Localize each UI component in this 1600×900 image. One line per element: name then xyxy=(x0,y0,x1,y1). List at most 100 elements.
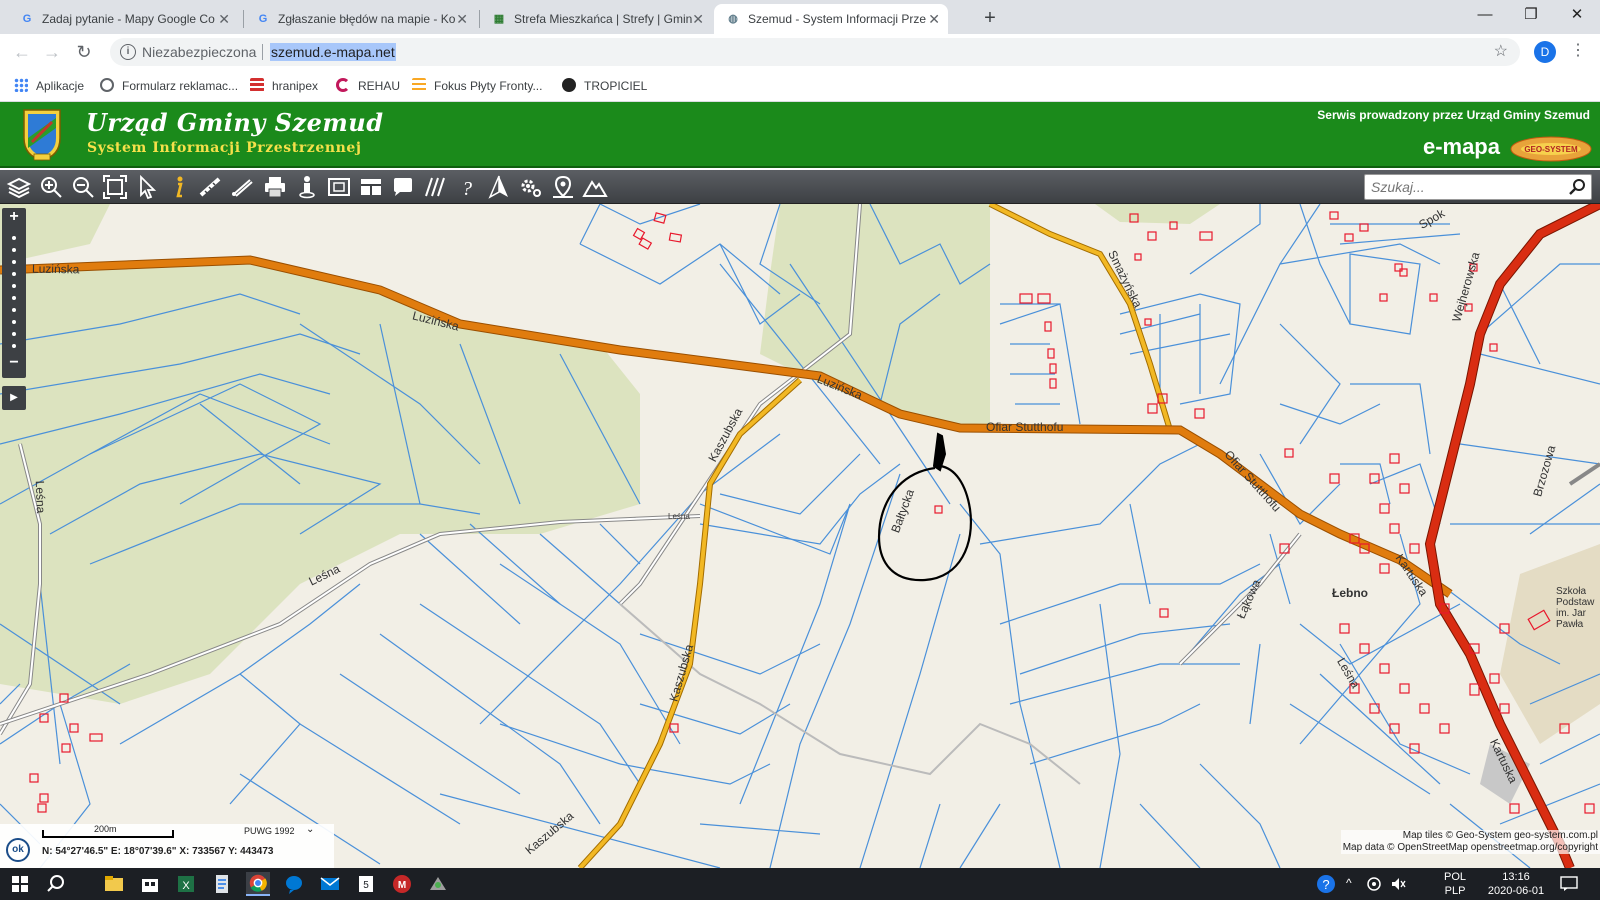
overview-icon[interactable] xyxy=(326,174,352,200)
maximize-button[interactable]: ❐ xyxy=(1508,0,1554,30)
browser-tab-strip: G Zadaj pytanie - Mapy Google Co ✕ G Zgł… xyxy=(0,0,1600,34)
reload-button[interactable]: ↻ xyxy=(70,38,98,66)
minimize-button[interactable]: — xyxy=(1462,0,1508,30)
document-icon[interactable] xyxy=(210,872,234,896)
close-window-button[interactable]: ✕ xyxy=(1554,0,1600,30)
bookmark-fokus[interactable]: Fokus Płyty Fronty... xyxy=(412,70,542,102)
browser-tab-active[interactable]: ◍ Szemud - System Informacji Prze ✕ xyxy=(714,4,948,34)
coat-of-arms-logo[interactable] xyxy=(22,108,62,162)
svg-text:?: ? xyxy=(462,178,472,200)
measure-area-icon[interactable] xyxy=(230,174,256,200)
print-icon[interactable] xyxy=(262,174,288,200)
search-icon[interactable] xyxy=(44,872,68,896)
tropiciel-icon xyxy=(562,78,576,92)
street-label: Leśna xyxy=(668,512,690,521)
svg-text:X: X xyxy=(182,880,190,892)
bookmark-apps[interactable]: Aplikacje xyxy=(14,70,84,102)
comment-icon[interactable] xyxy=(390,174,416,200)
terrain-icon[interactable] xyxy=(582,174,608,200)
site-title: Urząd Gminy Szemud xyxy=(86,108,384,137)
bookmark-rehau[interactable]: REHAU xyxy=(336,70,400,102)
school-area xyxy=(1500,544,1600,744)
zoom-in-button[interactable]: + xyxy=(2,208,26,226)
windows-start-icon[interactable] xyxy=(8,872,32,896)
zoom-out-icon[interactable] xyxy=(70,174,96,200)
geo-system-logo[interactable]: GEO-SYSTEM xyxy=(1510,136,1592,162)
app-icon[interactable] xyxy=(426,872,450,896)
hatch-icon[interactable] xyxy=(422,174,448,200)
bookmark-star-icon[interactable]: ☆ xyxy=(1494,38,1508,66)
map-search-box[interactable] xyxy=(1364,174,1592,200)
search-icon[interactable] xyxy=(1569,178,1587,196)
location-icon[interactable] xyxy=(550,174,576,200)
new-tab-button[interactable]: + xyxy=(976,4,1004,32)
zoom-slider[interactable]: + − xyxy=(2,208,26,378)
place-label: Łebno xyxy=(1332,586,1368,600)
network-icon[interactable] xyxy=(1366,876,1382,892)
messenger-icon[interactable] xyxy=(282,872,306,896)
browser-tab[interactable]: ▦ Strefa Mieszkańca | Strefy | Gmin ✕ xyxy=(480,4,712,34)
emapa-brand[interactable]: e-mapa xyxy=(1423,134,1500,160)
help-icon[interactable]: ? xyxy=(454,174,480,200)
map-search-input[interactable] xyxy=(1371,178,1561,196)
profile-avatar[interactable]: D xyxy=(1534,41,1556,63)
browser-menu-icon[interactable]: ⋮ xyxy=(1570,40,1586,60)
expand-panel-button[interactable]: ▶ xyxy=(2,386,26,410)
app-icon[interactable]: 5 xyxy=(354,872,378,896)
store-icon[interactable] xyxy=(138,872,162,896)
language-indicator[interactable]: POL PLP xyxy=(1444,870,1466,898)
chevron-down-icon[interactable]: ⌄ xyxy=(306,824,314,835)
close-tab-icon[interactable]: ✕ xyxy=(928,4,940,34)
ok-button[interactable]: ok xyxy=(6,838,30,862)
google-icon: G xyxy=(22,13,32,25)
map-icon: ▦ xyxy=(493,13,505,25)
north-arrow-icon[interactable] xyxy=(486,174,512,200)
pointer-icon[interactable] xyxy=(134,174,160,200)
crs-select[interactable]: PUWG 1992 xyxy=(244,826,295,836)
zoom-extent-icon[interactable] xyxy=(102,174,128,200)
bookmark-formularz[interactable]: Formularz reklamac... xyxy=(100,70,238,102)
excel-icon[interactable]: X xyxy=(174,872,198,896)
svg-text:5: 5 xyxy=(363,880,369,891)
antivirus-icon[interactable]: M xyxy=(390,872,414,896)
close-tab-icon[interactable]: ✕ xyxy=(456,4,468,34)
settings-icon[interactable] xyxy=(518,174,544,200)
service-note: Serwis prowadzony przez Urząd Gminy Szem… xyxy=(1317,108,1590,122)
close-tab-icon[interactable]: ✕ xyxy=(692,4,704,34)
zoom-in-icon[interactable] xyxy=(38,174,64,200)
bookmark-hranipex[interactable]: hranipex xyxy=(250,70,318,102)
street-view-icon[interactable] xyxy=(294,174,320,200)
map-graphics[interactable] xyxy=(0,204,1600,868)
chevron-up-icon[interactable]: ^ xyxy=(1346,876,1352,890)
svg-text:?: ? xyxy=(1322,877,1329,892)
tab-title: Zadaj pytanie - Mapy Google Co xyxy=(42,12,215,26)
zoom-out-button[interactable]: − xyxy=(2,354,26,372)
address-bar[interactable]: i Niezabezpieczona szemud.e-mapa.net ☆ xyxy=(110,38,1520,66)
notifications-icon[interactable] xyxy=(1560,876,1578,892)
security-label[interactable]: Niezabezpieczona xyxy=(142,38,256,66)
file-explorer-icon[interactable] xyxy=(102,872,126,896)
system-clock[interactable]: 13:16 2020-06-01 xyxy=(1476,870,1556,898)
map-canvas[interactable]: Luzińska Luzińska Luzińska Ofiar Stuttho… xyxy=(0,204,1600,868)
close-tab-icon[interactable]: ✕ xyxy=(218,4,230,34)
map-toolbar: ? xyxy=(0,170,1600,204)
table-icon[interactable] xyxy=(358,174,384,200)
volume-icon[interactable] xyxy=(1390,876,1406,892)
cursor-coordinates: N: 54°27'46.5" E: 18°07'39.6" X: 733567 … xyxy=(42,846,274,857)
info-icon[interactable]: i xyxy=(120,44,136,60)
rehau-icon xyxy=(336,78,350,92)
chrome-icon[interactable] xyxy=(246,872,270,896)
help-tray-icon[interactable]: ? xyxy=(1316,874,1336,894)
layers-icon[interactable] xyxy=(6,174,32,200)
url-text[interactable]: szemud.e-mapa.net xyxy=(270,43,396,61)
browser-tab[interactable]: G Zgłaszanie błędów na mapie - Ko ✕ xyxy=(244,4,476,34)
measure-distance-icon[interactable] xyxy=(198,174,224,200)
windows-taskbar: X 5 M ? ^ POL PLP 13:16 2020-06-01 xyxy=(0,868,1600,900)
back-button[interactable]: ← xyxy=(8,38,36,66)
forward-button[interactable]: → xyxy=(38,38,66,66)
mail-icon[interactable] xyxy=(318,872,342,896)
street-label: Luzińska xyxy=(31,261,80,277)
info-icon[interactable] xyxy=(166,174,192,200)
browser-tab[interactable]: G Zadaj pytanie - Mapy Google Co ✕ xyxy=(8,4,238,34)
bookmark-tropiciel[interactable]: TROPICIEL xyxy=(562,70,647,102)
